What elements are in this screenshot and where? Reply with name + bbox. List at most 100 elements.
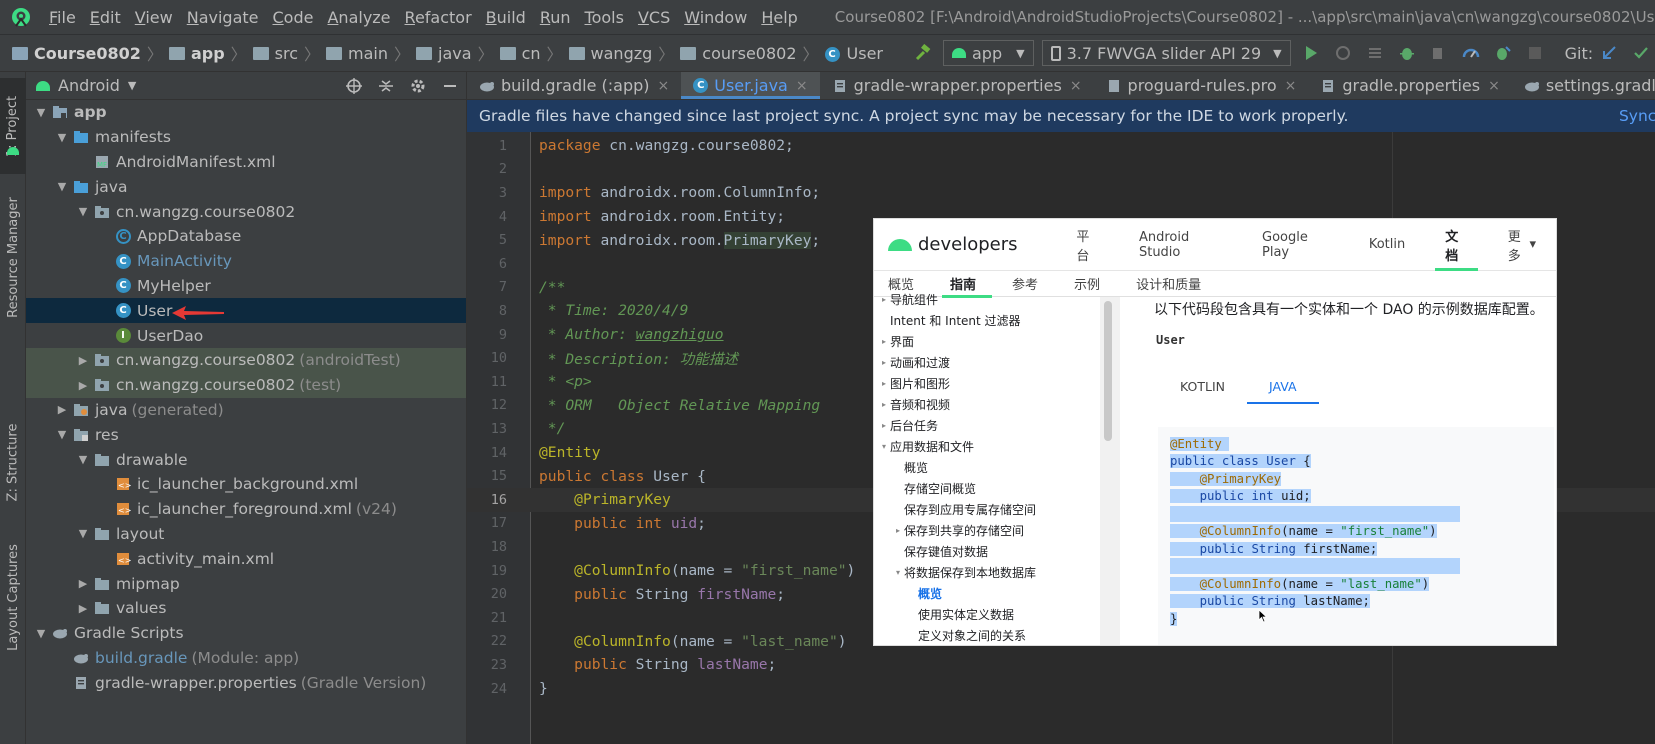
overlay-sidebar-item[interactable]: 存储空间概览 bbox=[878, 478, 1119, 499]
menu-edit[interactable]: Edit bbox=[83, 8, 128, 27]
menu-analyze[interactable]: Analyze bbox=[320, 8, 397, 27]
overlay-nav-3[interactable]: Kotlin bbox=[1349, 219, 1425, 271]
menu-navigate[interactable]: Navigate bbox=[180, 8, 266, 27]
menu-file[interactable]: File bbox=[42, 8, 83, 27]
overlay-sidebar-item[interactable]: ▸ 导航组件 bbox=[878, 289, 1119, 310]
expand-arrow-down-icon[interactable]: ▼ bbox=[34, 106, 48, 119]
tool-tab-structure[interactable]: Z: Structure bbox=[0, 412, 26, 512]
tree-item-gradle-scripts[interactable]: ▼ Gradle Scripts bbox=[26, 621, 466, 646]
overlay-sidebar-item[interactable]: 概览 bbox=[878, 583, 1119, 604]
menu-tools[interactable]: Tools bbox=[578, 8, 631, 27]
tree-item-java[interactable]: ▼ java bbox=[26, 174, 466, 199]
tree-item-user[interactable]: C User bbox=[26, 298, 466, 324]
breadcrumb-item-src[interactable]: src bbox=[249, 44, 302, 63]
tree-item-res[interactable]: ▼ res bbox=[26, 422, 466, 447]
expand-arrow-right-icon[interactable]: ▶ bbox=[76, 602, 90, 615]
gear-icon[interactable] bbox=[407, 75, 429, 97]
run-config-select[interactable]: app ▼ bbox=[942, 40, 1034, 66]
overlay-nav-0[interactable]: 平台 bbox=[1056, 219, 1119, 271]
editor-tab-gradle-wrapper-properties[interactable]: gradle-wrapper.properties × bbox=[820, 72, 1094, 99]
hide-panel-minus-icon[interactable] bbox=[439, 75, 461, 97]
tree-item-mainactivity[interactable]: C MainActivity bbox=[26, 249, 466, 274]
overlay-subnav-4[interactable]: 设计和质量 bbox=[1122, 271, 1223, 297]
expand-arrow-right-icon[interactable]: ▶ bbox=[55, 403, 69, 416]
tree-item-java[interactable]: ▶ java (generated) bbox=[26, 398, 466, 423]
menu-help[interactable]: Help bbox=[754, 8, 804, 27]
menu-vcs[interactable]: VCS bbox=[631, 8, 677, 27]
expand-arrow-down-icon[interactable]: ▼ bbox=[34, 627, 48, 640]
editor-tab-gradle-properties[interactable]: gradle.properties × bbox=[1308, 72, 1511, 99]
profile-icon[interactable] bbox=[1460, 42, 1482, 64]
overlay-code-tab-java[interactable]: JAVA bbox=[1247, 373, 1319, 404]
menu-build[interactable]: Build bbox=[479, 8, 533, 27]
tree-item-app[interactable]: ▼ app bbox=[26, 100, 466, 125]
stop-icon[interactable] bbox=[1524, 42, 1546, 64]
locate-target-icon[interactable] bbox=[343, 75, 365, 97]
tree-item-androidmanifest-xml[interactable]: MF AndroidManifest.xml bbox=[26, 150, 466, 175]
tool-tab-layout-captures[interactable]: Layout Captures bbox=[0, 532, 26, 662]
overlay-sidebar-item[interactable]: ▸ 图片和图形 bbox=[878, 373, 1119, 394]
tree-item-userdao[interactable]: I UserDao bbox=[26, 323, 466, 348]
collapse-all-icon[interactable] bbox=[375, 75, 397, 97]
run-icon[interactable] bbox=[1300, 42, 1322, 64]
chevron-down-icon[interactable]: ▼ bbox=[128, 79, 136, 92]
tree-item-manifests[interactable]: ▼ manifests bbox=[26, 125, 466, 150]
overlay-nav-1[interactable]: Android Studio bbox=[1119, 219, 1242, 271]
tree-item-mipmap[interactable]: ▶ mipmap bbox=[26, 571, 466, 596]
code-line[interactable]: 23 public String lastName; bbox=[467, 653, 1655, 677]
code-line[interactable]: 2 bbox=[467, 158, 1655, 182]
overlay-nav-4[interactable]: 文档 bbox=[1425, 219, 1488, 271]
tree-item-appdatabase[interactable]: C AppDatabase bbox=[26, 224, 466, 249]
expand-arrow-right-icon[interactable]: ▶ bbox=[76, 577, 90, 590]
menu-code[interactable]: Code bbox=[266, 8, 321, 27]
view-mode-select[interactable]: Android bbox=[58, 76, 120, 95]
apply-code-changes-icon[interactable] bbox=[1364, 42, 1386, 64]
menu-run[interactable]: Run bbox=[533, 8, 578, 27]
close-icon[interactable]: × bbox=[1488, 78, 1500, 94]
expand-arrow-right-icon[interactable]: ▶ bbox=[76, 354, 90, 367]
overlay-sidebar-item[interactable]: ▾ 将数据保存到本地数据库 bbox=[878, 562, 1119, 583]
editor-tab-build-gradle-app-[interactable]: build.gradle (:app) × bbox=[467, 72, 681, 99]
expand-arrow-down-icon[interactable]: ▼ bbox=[76, 453, 90, 466]
expand-arrow-down-icon[interactable]: ▼ bbox=[55, 180, 69, 193]
breadcrumb-item-course0802[interactable]: Course0802 bbox=[8, 44, 145, 63]
overlay-code-tab-kotlin[interactable]: KOTLIN bbox=[1158, 373, 1247, 404]
scrollbar-thumb[interactable] bbox=[1104, 301, 1112, 441]
debug-bug-icon[interactable] bbox=[1396, 42, 1418, 64]
expand-arrow-down-icon[interactable]: ▼ bbox=[76, 205, 90, 218]
git-commit-check-icon[interactable] bbox=[1630, 42, 1652, 64]
overlay-sidebar-item[interactable]: ▸ 音频和视频 bbox=[878, 394, 1119, 415]
close-icon[interactable]: × bbox=[1285, 78, 1297, 94]
device-select[interactable]: 3.7 FWVGA slider API 29 ▼ bbox=[1041, 40, 1291, 66]
overlay-sidebar-item[interactable]: 保存到应用专属存储空间 bbox=[878, 499, 1119, 520]
close-icon[interactable]: × bbox=[796, 78, 808, 94]
code-line[interactable]: 3 import androidx.room.ColumnInfo; bbox=[467, 181, 1655, 205]
code-line[interactable]: 24} bbox=[467, 677, 1655, 701]
menu-window[interactable]: Window bbox=[677, 8, 754, 27]
sync-gradle-icon[interactable] bbox=[1492, 42, 1514, 64]
tree-item-layout[interactable]: ▼ layout bbox=[26, 522, 466, 547]
tree-item-gradle-wrapper-properties[interactable]: gradle-wrapper.properties (Gradle Version… bbox=[26, 670, 466, 695]
editor-tab-user-java[interactable]: C User.java × bbox=[681, 72, 820, 99]
expand-arrow-down-icon[interactable]: ▼ bbox=[55, 131, 69, 144]
git-update-icon[interactable] bbox=[1598, 42, 1620, 64]
menu-view[interactable]: View bbox=[128, 8, 180, 27]
tool-tab-resource-manager[interactable]: Resource Manager bbox=[0, 187, 26, 327]
overlay-sidebar-item[interactable]: 使用实体定义数据 bbox=[878, 604, 1119, 625]
tree-item-cn-wangzg-course0802[interactable]: ▼ cn.wangzg.course0802 bbox=[26, 199, 466, 224]
tree-item-values[interactable]: ▶ values bbox=[26, 596, 466, 621]
overlay-sidebar-item[interactable]: Intent 和 Intent 过滤器 bbox=[878, 310, 1119, 331]
tree-item-build-gradle[interactable]: build.gradle (Module: app) bbox=[26, 646, 466, 671]
tree-item-ic-launcher-background-xml[interactable]: <> ic_launcher_background.xml bbox=[26, 472, 466, 497]
breadcrumb-item-app[interactable]: app bbox=[165, 44, 229, 63]
editor-tab-settings-gradle[interactable]: settings.gradle× bbox=[1512, 72, 1655, 99]
tree-item-myhelper[interactable]: C MyHelper bbox=[26, 274, 466, 299]
overlay-sidebar-item[interactable]: ▸ 界面 bbox=[878, 331, 1119, 352]
tool-tab-project[interactable]: 1: Project bbox=[0, 78, 26, 174]
overlay-sidebar-item[interactable]: ▾ 应用数据和文件 bbox=[878, 436, 1119, 457]
overlay-sidebar-scrollbar[interactable] bbox=[1100, 297, 1120, 645]
tree-item-drawable[interactable]: ▼ drawable bbox=[26, 447, 466, 472]
overlay-sidebar-item[interactable]: 概览 bbox=[878, 457, 1119, 478]
overlay-sidebar-item[interactable]: ▸ 后台任务 bbox=[878, 415, 1119, 436]
overlay-nav-2[interactable]: Google Play bbox=[1242, 219, 1349, 271]
